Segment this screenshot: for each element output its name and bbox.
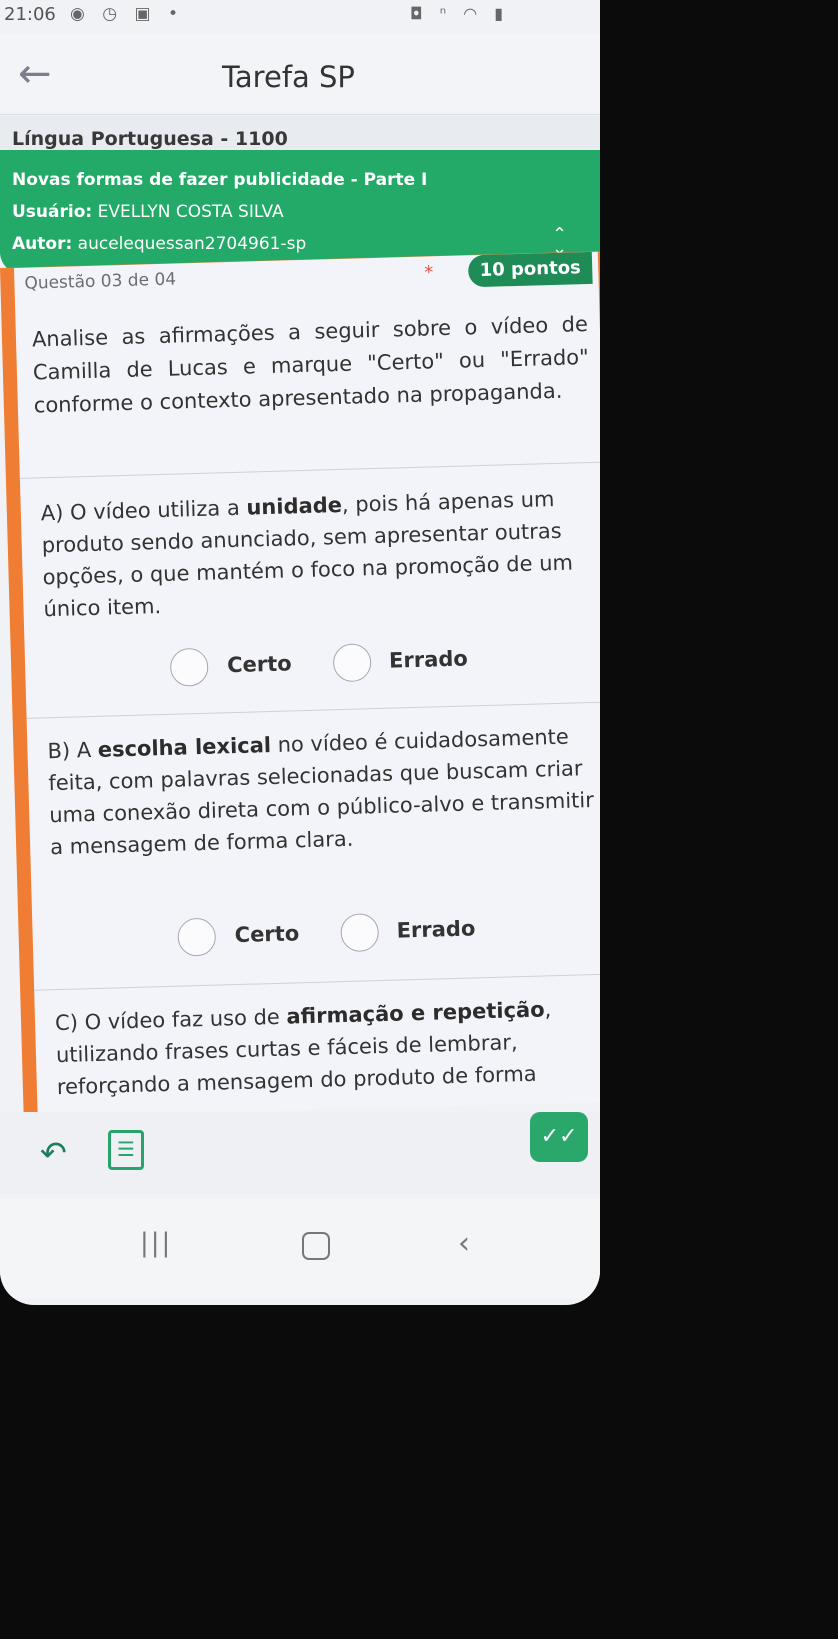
author-label: Autor:: [12, 234, 73, 254]
back-arrow-icon[interactable]: ←: [18, 54, 68, 94]
points-badge: 10 pontos: [467, 251, 593, 288]
statement-a: A) O vídeo utiliza a unidade, pois há ap…: [40, 482, 599, 625]
home-icon[interactable]: [302, 1232, 330, 1260]
user-line: Usuário: EVELLYN COSTA SILVA: [12, 202, 284, 222]
statement-c-prefix: C) O vídeo faz uso de: [54, 1004, 287, 1036]
phone-screen: 21:06 ◉ ◷ ▣ • ◘ ⁿ ◠ ▮ ← Tarefa SP Língua…: [0, 0, 600, 1305]
system-status-icons: ◘ ⁿ ◠ ▮: [410, 4, 510, 23]
statement-b-prefix: B) A: [47, 737, 99, 764]
statement-a-prefix: A) O vídeo utiliza a: [40, 495, 247, 526]
label-errado-b: Errado: [396, 916, 476, 943]
system-nav-bar: ||| ‹: [0, 1198, 600, 1298]
answer-row-b: Certo Errado: [32, 906, 600, 972]
edit-note-icon[interactable]: ☰: [108, 1130, 144, 1170]
required-mark: *: [424, 262, 434, 284]
question-prompt: Analise as afirmações a seguir sobre o v…: [31, 312, 590, 418]
user-name: EVELLYN COSTA SILVA: [97, 202, 284, 222]
radio-certo-a[interactable]: [169, 647, 209, 687]
label-errado-a: Errado: [388, 646, 469, 673]
return-arrow-icon[interactable]: ↶: [40, 1134, 67, 1172]
label-certo-a: Certo: [226, 651, 292, 678]
nav-back-icon[interactable]: ‹: [458, 1226, 470, 1261]
user-label: Usuário:: [12, 202, 93, 222]
divider: [26, 701, 600, 719]
check-double-icon[interactable]: ✓✓: [530, 1112, 588, 1162]
author-line: Autor: aucelequessan2704961-sp: [12, 234, 306, 254]
question-number: Questão 03 de 04: [24, 269, 177, 294]
status-bar: 21:06 ◉ ◷ ▣ • ◘ ⁿ ◠ ▮: [0, 0, 600, 34]
recents-icon[interactable]: |||: [140, 1228, 172, 1258]
divider: [19, 461, 600, 479]
statement-b: B) A escolha lexical no vídeo é cuidados…: [47, 720, 600, 863]
radio-errado-a[interactable]: [332, 643, 372, 683]
app-title: Tarefa SP: [222, 60, 355, 94]
divider: [34, 973, 600, 991]
author-name: aucelequessan2704961-sp: [77, 234, 307, 254]
label-certo-b: Certo: [234, 921, 300, 948]
radio-certo-b[interactable]: [177, 917, 217, 957]
app-bar: ← Tarefa SP: [0, 34, 600, 115]
statement-a-keyword: unidade: [246, 492, 343, 520]
question-card: Questão 03 de 04 * 10 pontos Analise as …: [14, 251, 600, 1118]
answer-row-a: Certo Errado: [25, 637, 600, 703]
statement-b-keyword: escolha lexical: [97, 733, 272, 762]
notification-icons: ◉ ◷ ▣ •: [70, 4, 184, 24]
bottom-toolbar: ↶ ☰ ✓✓: [0, 1112, 600, 1194]
status-time: 21:06: [4, 4, 56, 25]
subject-title: Língua Portuguesa - 1100: [12, 128, 288, 150]
statement-c-keyword: afirmação e repetição: [286, 997, 545, 1029]
statement-c: C) O vídeo faz uso de afirmação e repeti…: [55, 992, 600, 1103]
task-title: Novas formas de fazer publicidade - Part…: [12, 170, 428, 190]
radio-errado-b[interactable]: [340, 913, 380, 953]
